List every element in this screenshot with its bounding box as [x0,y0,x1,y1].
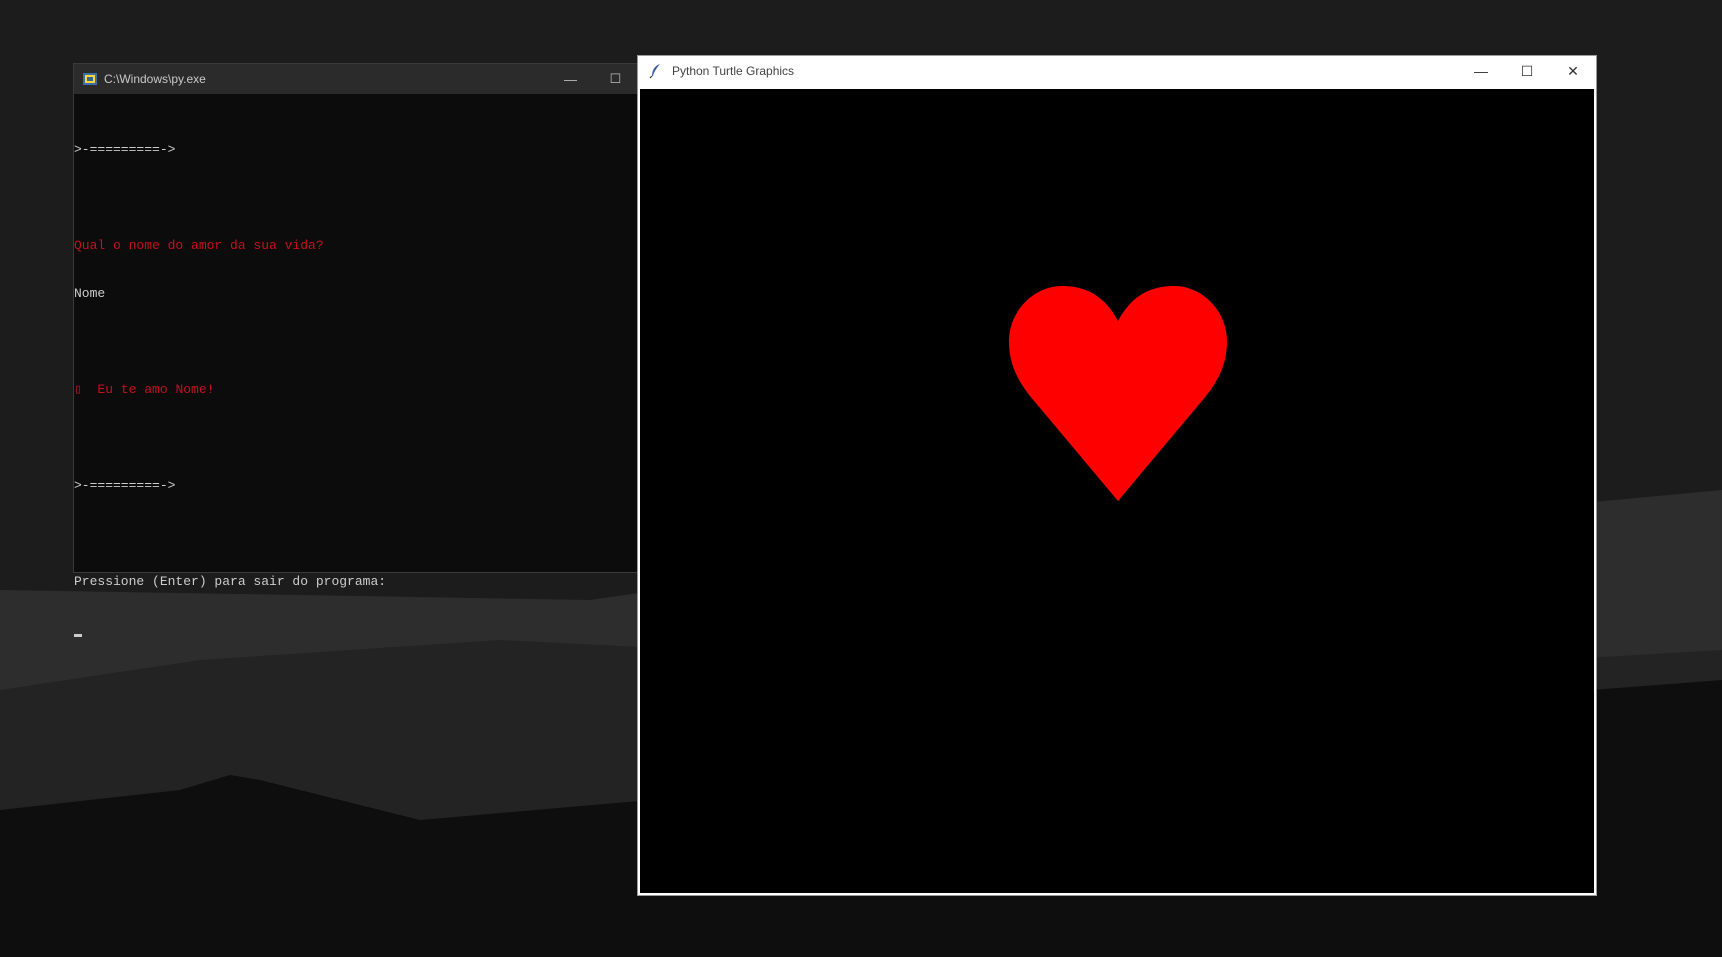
console-titlebar[interactable]: C:\Windows\py.exe — ☐ [74,64,638,94]
heart-shape [1009,286,1227,501]
turtle-title: Python Turtle Graphics [672,64,795,78]
console-line-prompt: Qual o nome do amor da sua vida? [74,238,324,253]
turtle-titlebar[interactable]: Python Turtle Graphics — ☐ ✕ [638,56,1596,86]
python-console-icon [83,73,97,85]
turtle-close-button[interactable]: ✕ [1550,56,1596,86]
console-title: C:\Windows\py.exe [104,72,206,86]
console-minimize-button[interactable]: — [548,64,593,94]
console-line-separator: >-=========-> [74,142,176,157]
turtle-maximize-button[interactable]: ☐ [1504,56,1550,86]
console-output[interactable]: >-=========-> Qual o nome do amor da sua… [74,94,638,670]
console-line-input: Nome [74,286,106,301]
console-window[interactable]: C:\Windows\py.exe — ☐ >-=========-> Qual… [73,63,639,637]
turtle-minimize-button[interactable]: — [1458,56,1504,86]
console-maximize-button[interactable]: ☐ [593,64,638,94]
console-cursor [74,634,82,637]
turtle-drawing [1009,286,1227,501]
console-line-exit-prompt: Pressione (Enter) para sair do programa: [74,574,387,589]
console-line-message: ▯ Eu te amo Nome! [74,382,215,397]
feather-icon [649,64,660,79]
turtle-window[interactable]: Python Turtle Graphics — ☐ ✕ [637,55,1597,896]
turtle-canvas[interactable] [640,89,1594,893]
console-line-separator-2: >-=========-> [74,478,176,493]
